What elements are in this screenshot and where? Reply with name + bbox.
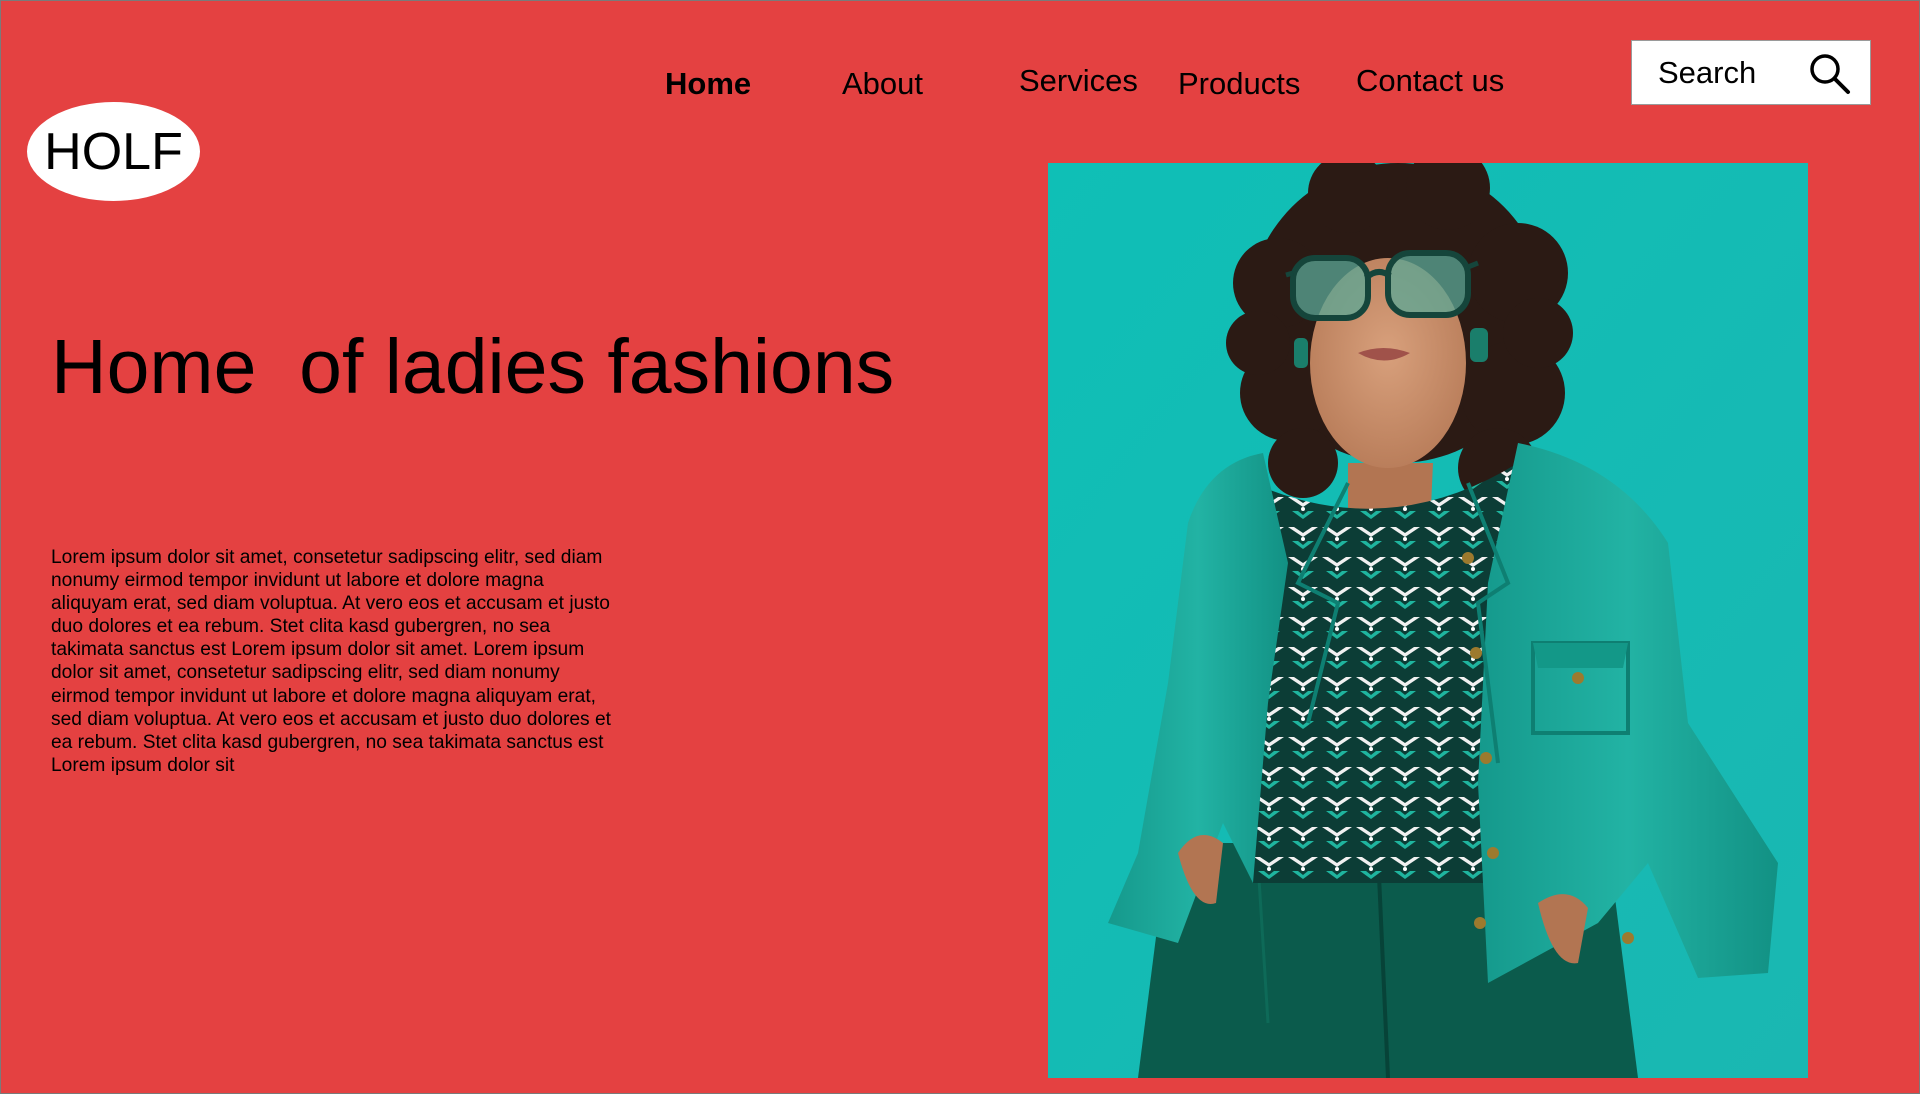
- nav-contact-link[interactable]: Contact us: [1356, 63, 1504, 99]
- nav-products-link[interactable]: Products: [1178, 66, 1300, 102]
- logo-text: HOLF: [44, 122, 183, 181]
- nav-services-link[interactable]: Services: [1019, 63, 1138, 99]
- hero-body-text: Lorem ipsum dolor sit amet, consetetur s…: [51, 547, 611, 776]
- nav-about-link[interactable]: About: [842, 66, 923, 102]
- search-placeholder: Search: [1658, 55, 1757, 90]
- logo[interactable]: HOLF: [27, 102, 200, 201]
- nav-home-link[interactable]: Home: [665, 66, 751, 102]
- search-icon[interactable]: [1808, 52, 1852, 96]
- hero-title: Home of ladies fashions: [51, 324, 895, 410]
- hero-model-photo: [1048, 163, 1808, 1078]
- search-input[interactable]: Search: [1631, 40, 1871, 105]
